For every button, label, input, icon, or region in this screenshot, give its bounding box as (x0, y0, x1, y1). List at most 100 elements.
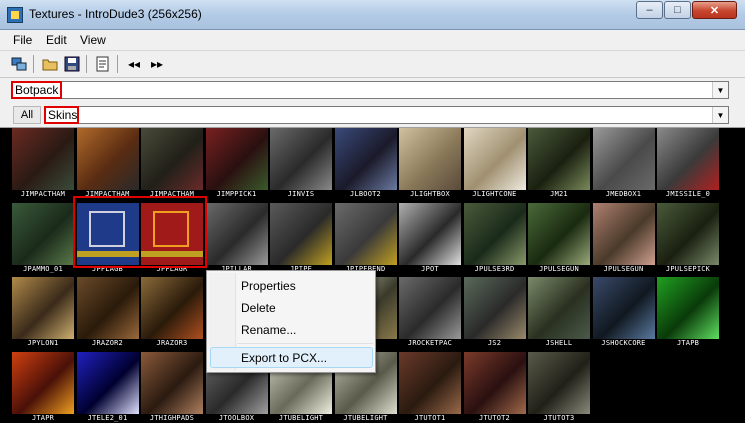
chevron-down-icon[interactable]: ▼ (712, 82, 728, 98)
texture-thumbnail[interactable] (592, 128, 655, 190)
texture-label: JPYLON1 (27, 339, 59, 347)
grid-edge (737, 128, 745, 420)
toolbar-separator (117, 55, 118, 73)
texture-thumbnail[interactable] (657, 277, 719, 339)
texture-thumbnail[interactable] (334, 202, 397, 265)
texture-thumbnail[interactable] (463, 202, 526, 265)
texture-thumbnail[interactable] (12, 202, 74, 265)
maximize-button[interactable]: □ (664, 1, 691, 19)
texture-label: JPULSE3RD (474, 264, 515, 273)
toolbar-separator (33, 55, 34, 73)
texture-label: JPULSEGUN (539, 264, 579, 273)
open-folder-icon[interactable] (40, 54, 60, 74)
texture-label: JPULSEPICK (665, 264, 711, 273)
texture-thumbnail[interactable] (399, 128, 461, 190)
texture-label: JTUTOT3 (543, 413, 575, 422)
texture-label: JTUBELIGHT (343, 413, 388, 422)
all-button[interactable]: All (13, 106, 41, 124)
context-menu: Properties Delete Rename... Export to PC… (206, 270, 376, 373)
close-button[interactable]: ✕ (692, 1, 737, 19)
texture-label: JTHIGHPADS (149, 413, 195, 422)
texture-thumbnail[interactable] (528, 128, 590, 190)
texture-label: JTAPB (676, 339, 700, 347)
group-highlight (44, 106, 79, 124)
texture-label: JS2 (487, 339, 502, 347)
texture-label: JTELE2_01 (87, 413, 128, 422)
texture-thumbnail[interactable] (657, 202, 719, 265)
texture-thumbnail[interactable] (592, 277, 655, 339)
texture-thumbnail[interactable] (141, 351, 203, 414)
app-icon (7, 7, 23, 23)
texture-thumbnail[interactable] (76, 277, 139, 339)
texture-label: JTAPR (31, 413, 55, 422)
toolbar: ◂◂ ▸▸ (0, 51, 745, 78)
texture-thumbnail[interactable] (334, 128, 397, 190)
texture-label: JPAMMO_01 (23, 264, 63, 273)
texture-thumbnail[interactable] (399, 277, 461, 339)
group-combo[interactable]: Skins ▼ (44, 106, 729, 124)
properties-icon[interactable] (93, 54, 113, 74)
texture-thumbnail[interactable] (592, 202, 655, 265)
context-item-rename[interactable]: Rename... (241, 323, 296, 337)
texture-thumbnail[interactable] (463, 351, 526, 414)
context-separator (237, 343, 373, 344)
texture-thumbnail[interactable] (205, 128, 268, 190)
texture-label: JMISSILE_0 (665, 190, 711, 198)
package-highlight (11, 81, 62, 99)
texture-thumbnail[interactable] (528, 202, 590, 265)
minimize-button[interactable]: – (636, 1, 663, 19)
window-title: Textures - IntroDude3 (256x256) (29, 7, 202, 21)
texture-thumbnail[interactable] (141, 277, 203, 339)
texture-label: JSHELL (545, 339, 573, 347)
texture-label: JSHOCKCORE (601, 339, 646, 347)
texture-thumbnail[interactable] (12, 351, 74, 414)
texture-thumbnail[interactable] (270, 202, 332, 265)
texture-label: JTOOLBOX (218, 413, 255, 422)
menu-view[interactable]: View (80, 33, 106, 47)
texture-label: JLIGHTCONE (472, 190, 517, 198)
context-item-properties[interactable]: Properties (241, 279, 296, 293)
texture-label: JROCKETPAC (407, 339, 453, 347)
texture-label: JPULSEGUN (603, 264, 644, 273)
texture-label: JIMPACTHAM (20, 190, 66, 198)
texture-thumbnail[interactable] (270, 128, 332, 190)
texture-label: JMEDBOX1 (605, 190, 642, 198)
menu-edit[interactable]: Edit (46, 33, 67, 47)
texture-label: JRAZOR2 (92, 339, 123, 347)
next-icon[interactable]: ▸▸ (147, 54, 167, 74)
texture-thumbnail[interactable] (76, 128, 139, 190)
texture-thumbnail[interactable] (528, 351, 590, 414)
package-combo[interactable]: Botpack ▼ (11, 81, 729, 99)
texture-thumbnail[interactable] (141, 128, 203, 190)
previous-icon[interactable]: ◂◂ (124, 54, 144, 74)
texture-thumbnail[interactable] (399, 202, 461, 265)
texture-label: JTUTOT1 (414, 413, 446, 422)
texture-label: JLIGHTBOX (410, 190, 450, 198)
save-icon[interactable] (62, 54, 82, 74)
texture-thumbnail[interactable] (205, 202, 268, 265)
context-item-delete[interactable]: Delete (241, 301, 276, 315)
texture-label: JTUTOT2 (479, 413, 510, 422)
context-item-export[interactable]: Export to PCX... (241, 351, 327, 365)
title-bar: Textures - IntroDude3 (256x256) – □ ✕ (0, 0, 745, 30)
texture-thumbnail[interactable] (76, 351, 139, 414)
texture-thumbnail[interactable] (463, 128, 526, 190)
texture-label: JPOT (421, 264, 439, 273)
selection-highlight (73, 196, 207, 268)
texture-label: JTUBELIGHT (278, 413, 324, 422)
texture-label: JIMPPICK1 (216, 190, 257, 198)
texture-thumbnail[interactable] (657, 128, 719, 190)
texture-label: JM21 (550, 190, 568, 198)
texture-browser-icon[interactable] (9, 54, 29, 74)
toolbar-separator (86, 55, 87, 73)
texture-thumbnail[interactable] (12, 128, 74, 190)
texture-thumbnail[interactable] (399, 351, 461, 414)
texture-thumbnail[interactable] (463, 277, 526, 339)
menu-bar: File Edit View (0, 30, 745, 51)
menu-file[interactable]: File (13, 33, 32, 47)
texture-label: JRAZOR3 (156, 339, 188, 347)
group-row: All Skins ▼ (0, 102, 745, 128)
texture-thumbnail[interactable] (528, 277, 590, 339)
texture-thumbnail[interactable] (12, 277, 74, 339)
chevron-down-icon[interactable]: ▼ (712, 107, 728, 123)
